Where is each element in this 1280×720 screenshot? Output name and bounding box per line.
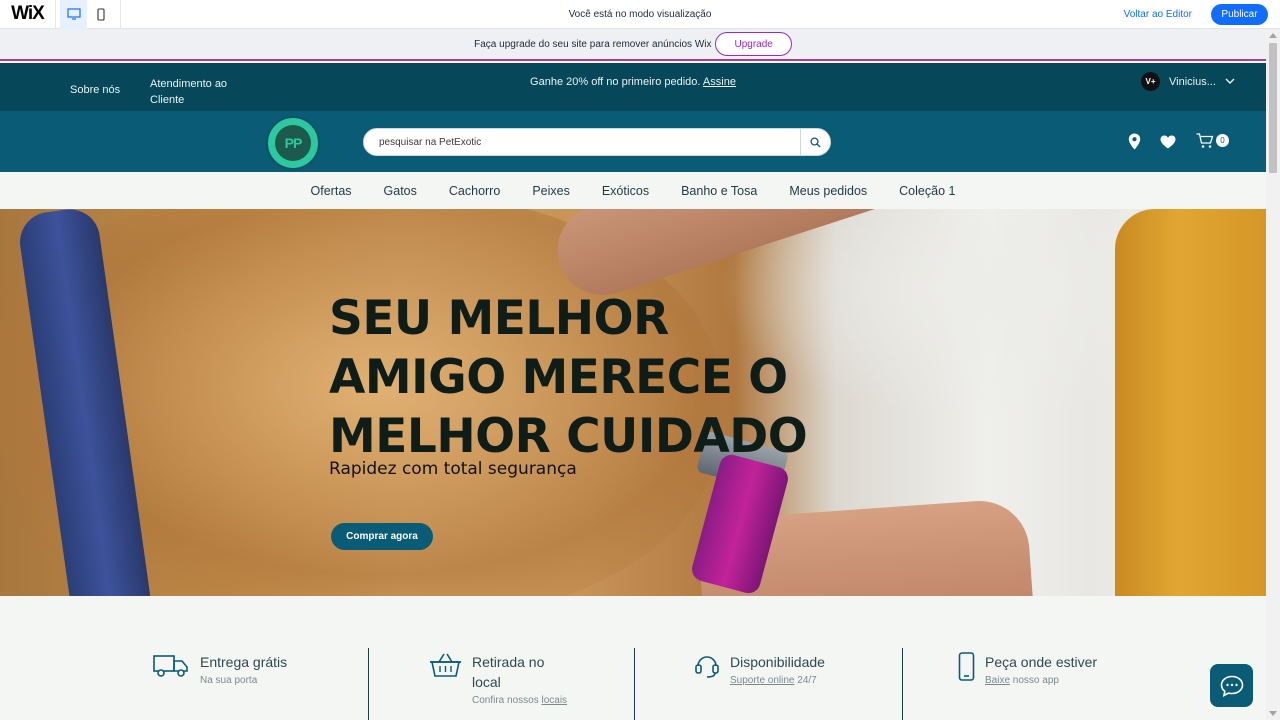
desktop-view-icon[interactable] xyxy=(60,0,87,29)
basket-icon xyxy=(430,653,461,677)
feature-title: Disponibilidade xyxy=(730,654,825,670)
hero-banner: SEU MELHOR AMIGO MERECE O MELHOR CUIDADO… xyxy=(0,209,1266,596)
nav-item-exoticos[interactable]: Exóticos xyxy=(586,184,665,198)
user-name: Vinicius... xyxy=(1169,75,1216,88)
wix-logo[interactable]: WiX xyxy=(0,0,56,29)
hero-subtitle: Rapidez com total segurança xyxy=(329,459,577,479)
page-scrollbar[interactable] xyxy=(1266,29,1280,720)
nav-item-colecao-1[interactable]: Coleção 1 xyxy=(883,184,971,198)
wix-toolbar: WiX Você está no modo visualização Volta… xyxy=(0,0,1280,29)
chat-button[interactable] xyxy=(1210,664,1253,707)
feature-local-pickup: Retirada no local Confira nossos locais xyxy=(429,652,572,708)
publish-button[interactable]: Publicar xyxy=(1211,4,1268,25)
feature-desc-text: Confira nossos xyxy=(472,695,542,706)
promo-text: Ganhe 20% off no primeiro pedido. xyxy=(530,76,701,88)
nav-item-banho-e-tosa[interactable]: Banho e Tosa xyxy=(665,184,773,198)
feature-desc-text: 24/7 xyxy=(794,675,817,686)
feature-title: Retirada no local xyxy=(472,654,545,690)
site-header: PP pesquisar na PetExotic xyxy=(0,111,1266,172)
scroll-up-icon[interactable] xyxy=(1269,33,1277,38)
location-pin-icon[interactable] xyxy=(1128,133,1141,150)
subscribe-link[interactable]: Assine xyxy=(703,76,736,88)
shop-now-button[interactable]: Comprar agora xyxy=(331,523,433,550)
feature-availability: Disponibilidade Suporte online 24/7 xyxy=(694,652,825,688)
user-menu[interactable]: V+ Vinicius... xyxy=(1141,72,1235,91)
scroll-thumb[interactable] xyxy=(1269,43,1277,173)
feature-free-delivery: Entrega grátis Na sua porta xyxy=(153,652,287,688)
back-to-editor-link[interactable]: Voltar ao Editor xyxy=(1124,9,1192,20)
download-app-link[interactable]: Baixe xyxy=(985,675,1010,686)
upgrade-banner: Faça upgrade do seu site para remover an… xyxy=(0,29,1266,61)
scroll-down-icon[interactable] xyxy=(1269,711,1277,716)
main-nav: Ofertas Gatos Cachorro Peixes Exóticos B… xyxy=(0,172,1266,209)
feature-desc: Baixe nosso app xyxy=(985,674,1097,688)
feature-title: Peça onde estiver xyxy=(985,654,1098,670)
cart-count-badge: 0 xyxy=(1216,134,1229,147)
nav-item-meus-pedidos[interactable]: Meus pedidos xyxy=(773,184,883,198)
feature-order-anywhere: Peça onde estiver Baixe nosso app xyxy=(958,652,1097,688)
preview-notice: Você está no modo visualização xyxy=(568,9,712,20)
hero-groomer-shirt xyxy=(1115,209,1266,596)
search-icon[interactable] xyxy=(800,129,830,155)
nav-item-gatos[interactable]: Gatos xyxy=(368,184,433,198)
feature-divider xyxy=(368,648,369,720)
nav-item-cachorro[interactable]: Cachorro xyxy=(433,184,516,198)
feature-title: Entrega grátis xyxy=(200,654,288,670)
feature-divider xyxy=(902,648,903,720)
upgrade-text: Faça upgrade do seu site para remover an… xyxy=(474,38,712,50)
feature-desc: Na sua porta xyxy=(200,675,258,686)
search-bar[interactable]: pesquisar na PetExotic xyxy=(363,128,831,156)
promo-banner: Ganhe 20% off no primeiro pedido. Assine xyxy=(0,76,1266,88)
petexotic-logo[interactable]: PP xyxy=(266,116,320,170)
nav-item-peixes[interactable]: Peixes xyxy=(516,184,586,198)
chat-bubble-icon xyxy=(1220,675,1243,697)
feature-desc: Suporte online 24/7 xyxy=(730,674,825,688)
avatar: V+ xyxy=(1141,72,1160,91)
nav-item-ofertas[interactable]: Ofertas xyxy=(295,184,368,198)
toolbar-divider xyxy=(120,0,121,29)
feature-desc: Confira nossos locais xyxy=(472,694,572,708)
truck-icon xyxy=(153,655,188,677)
locations-link[interactable]: locais xyxy=(541,695,567,706)
search-input[interactable]: pesquisar na PetExotic xyxy=(364,137,800,148)
feature-desc-text: nosso app xyxy=(1010,675,1059,686)
features-strip: Entrega grátis Na sua porta Retirada no … xyxy=(0,596,1266,720)
headset-icon xyxy=(695,656,719,678)
online-support-link[interactable]: Suporte online xyxy=(730,675,795,686)
hero-title: SEU MELHOR AMIGO MERECE O MELHOR CUIDADO xyxy=(329,291,808,464)
heart-icon[interactable] xyxy=(1160,135,1176,149)
chevron-down-icon xyxy=(1225,78,1235,84)
cart-icon[interactable] xyxy=(1196,133,1214,149)
upgrade-button[interactable]: Upgrade xyxy=(715,32,792,56)
top-strip: Sobre nós Atendimento ao Cliente Ganhe 2… xyxy=(0,63,1266,111)
mobile-view-icon[interactable] xyxy=(87,0,114,29)
feature-divider xyxy=(634,648,635,720)
logo-monogram: PP xyxy=(275,125,311,161)
phone-icon xyxy=(958,652,975,681)
